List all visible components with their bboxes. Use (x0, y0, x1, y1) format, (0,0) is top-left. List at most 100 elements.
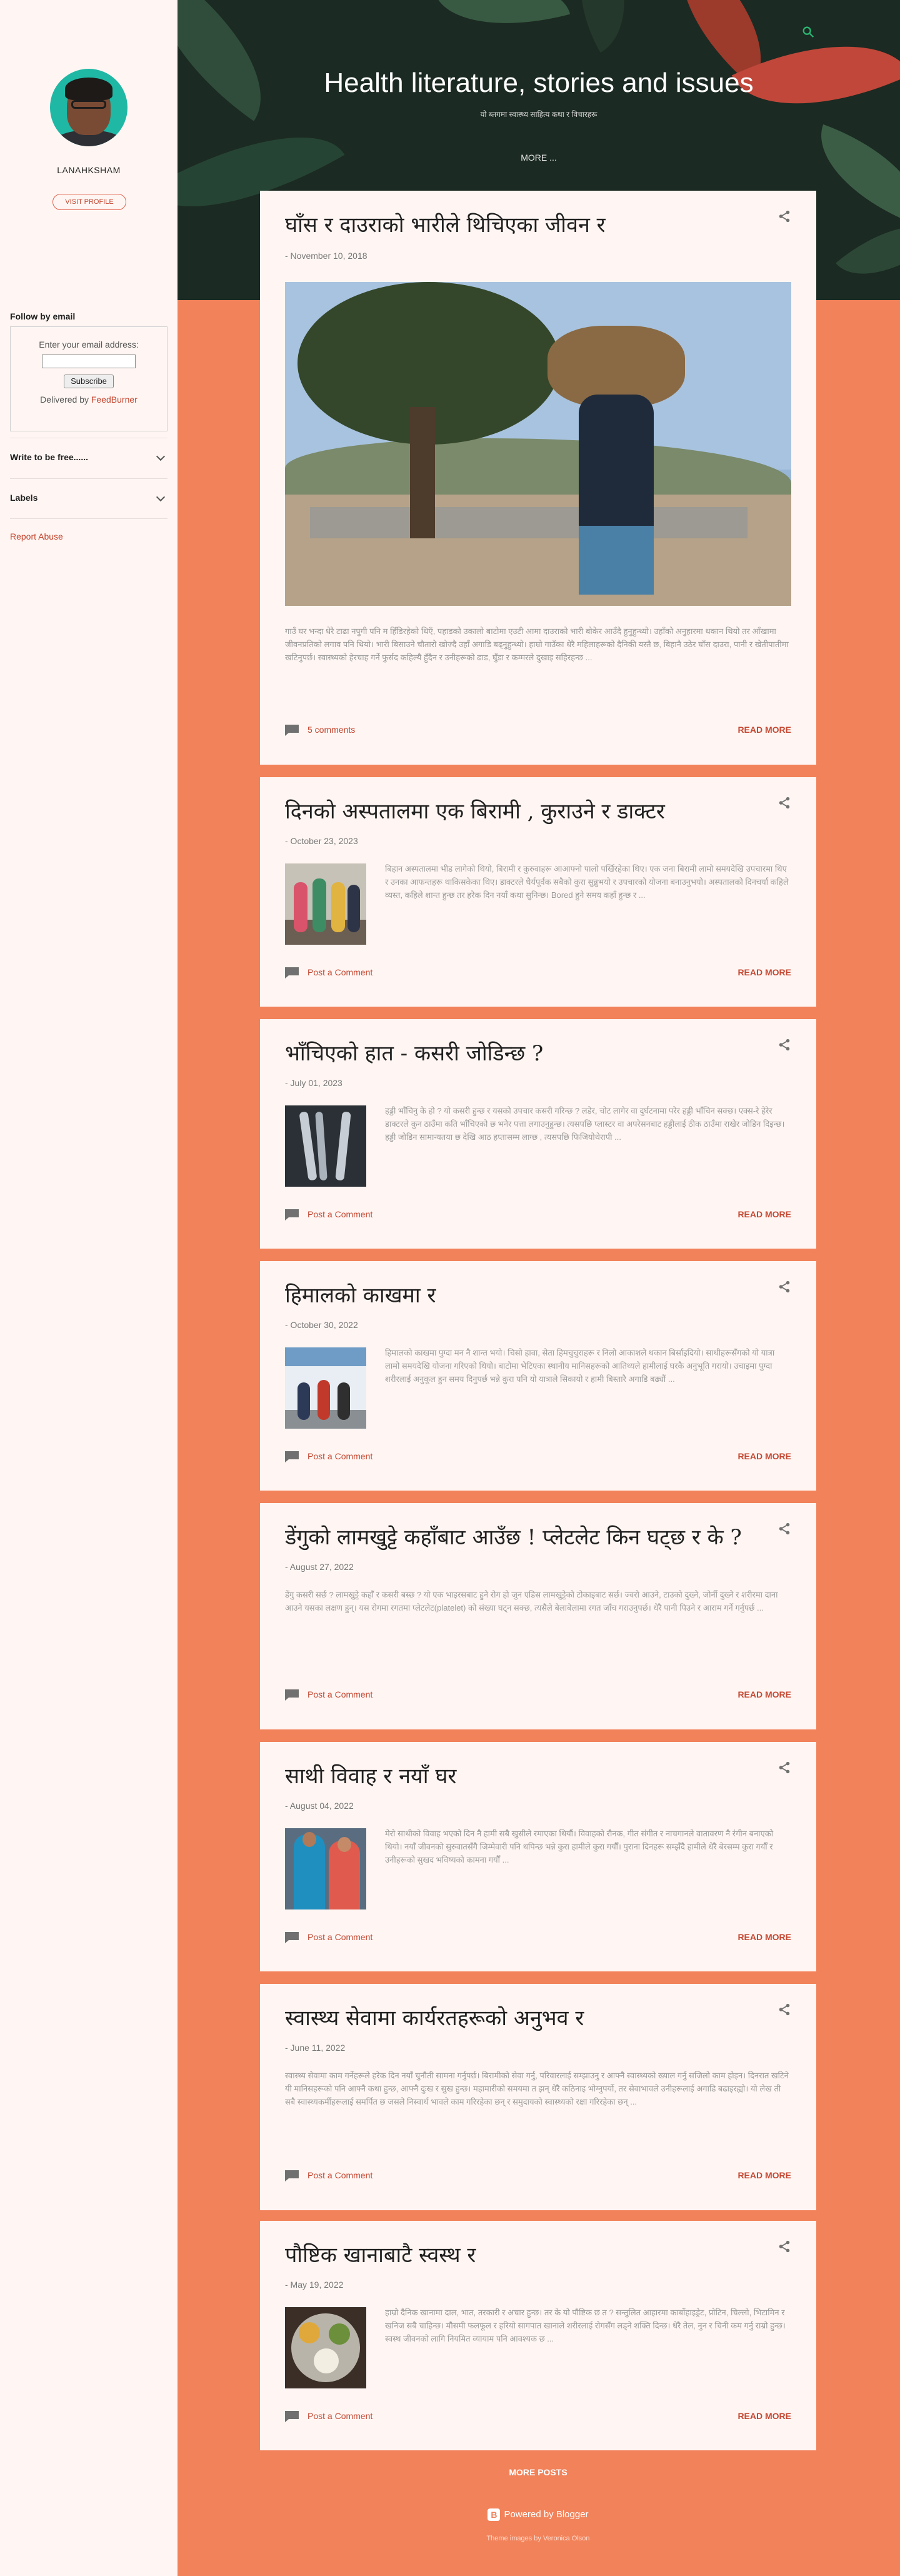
comment-icon[interactable] (285, 967, 299, 979)
chevron-down-icon[interactable] (156, 492, 166, 502)
post-title[interactable]: पौष्टिक खानाबाटै स्वस्थ र (285, 2240, 760, 2268)
post-footer: 5 comments READ MORE (285, 723, 791, 738)
read-more-link[interactable]: READ MORE (738, 1689, 791, 1699)
feedburner-link[interactable]: FeedBurner (91, 395, 138, 405)
post-thumbnail[interactable] (285, 1828, 366, 1909)
post-title[interactable]: भाँचिएको हात - कसरी जोडिन्छ ? (285, 1038, 760, 1067)
post-card: दिनको अस्पतालमा एक बिरामी , कुराउने र डा… (260, 777, 816, 1007)
post-title[interactable]: घाँस र दाउराको भारीले थिचिएका जीवन र (285, 209, 760, 238)
section-label: Labels (10, 493, 38, 503)
read-more-link[interactable]: READ MORE (738, 1451, 791, 1461)
thumb-face (302, 1832, 316, 1847)
post-date[interactable]: - November 10, 2018 (285, 251, 368, 261)
write-to-be-free-section[interactable]: Write to be free...... (10, 438, 168, 478)
profile-avatar[interactable] (50, 69, 128, 146)
post-title[interactable]: हिमालको काखमा र (285, 1280, 760, 1309)
post-title[interactable]: स्वास्थ्य सेवामा कार्यरतहरूको अनुभव र (285, 2003, 760, 2031)
read-more-link[interactable]: READ MORE (738, 2411, 791, 2421)
section-label: Write to be free...... (10, 452, 88, 462)
post-comment-link[interactable]: Post a Comment (308, 1209, 372, 1219)
visit-profile-button[interactable]: VISIT PROFILE (52, 194, 126, 210)
post-thumbnail[interactable] (285, 1105, 366, 1187)
post-date[interactable]: - May 19, 2022 (285, 2280, 343, 2290)
read-more-link[interactable]: READ MORE (738, 1932, 791, 1942)
post-card: स्वास्थ्य सेवामा कार्यरतहरूको अनुभव र - … (260, 1984, 816, 2210)
delivered-by: Delivered by FeedBurner (11, 395, 167, 405)
post-snippet: मेरो साथीको विवाह भएको दिन नै हामी सबै ख… (385, 1829, 774, 1864)
email-label: Enter your email address: (39, 340, 139, 350)
read-more-link[interactable]: READ MORE (738, 725, 791, 735)
post-comment-link[interactable]: Post a Comment (308, 2170, 372, 2180)
post-card: हिमालको काखमा र - October 30, 2022 हिमाल… (260, 1261, 816, 1491)
post-footer: Post a Comment READ MORE (285, 2169, 791, 2184)
more-link[interactable]: MORE ... (178, 153, 900, 163)
comment-icon[interactable] (285, 1209, 299, 1220)
comments-link[interactable]: 5 comments (308, 725, 355, 735)
more-posts-button[interactable]: MORE POSTS (260, 2467, 816, 2477)
comment-icon[interactable] (285, 725, 299, 736)
post-thumbnail[interactable] (285, 2307, 366, 2388)
post-thumbnail[interactable] (285, 863, 366, 945)
post-card: डेंगुको लामखुट्टे कहाँबाट आउँछ ! प्लेटले… (260, 1503, 816, 1729)
header-leaf (801, 124, 900, 226)
post-snippet: डेंगु कसरी सर्छ ? लामखुट्टे कहाँ र कसरी … (285, 1590, 778, 1613)
post-date[interactable]: - October 23, 2023 (285, 836, 358, 846)
search-icon[interactable] (801, 25, 815, 39)
post-comment-link[interactable]: Post a Comment (308, 1689, 372, 1699)
post-snippet: गाउँ घर भन्दा धेरै टाढा नपुगी पनि म हिँड… (285, 626, 789, 662)
follow-by-email-box: Enter your email address: Subscribe Deli… (10, 326, 168, 431)
post-image[interactable] (285, 282, 791, 606)
labels-section[interactable]: Labels (10, 478, 168, 518)
post-comment-link[interactable]: Post a Comment (308, 967, 372, 977)
post-date[interactable]: - June 11, 2022 (285, 2043, 345, 2053)
post-date[interactable]: - October 30, 2022 (285, 1320, 358, 1330)
post-footer: Post a Comment READ MORE (285, 966, 791, 981)
subscribe-button[interactable]: Subscribe (64, 375, 114, 388)
post-date[interactable]: - August 27, 2022 (285, 1562, 354, 1572)
share-icon[interactable] (778, 1761, 791, 1774)
read-more-link[interactable]: READ MORE (738, 967, 791, 977)
share-icon[interactable] (778, 1280, 791, 1294)
share-icon[interactable] (778, 1038, 791, 1052)
avatar-hair (65, 78, 112, 100)
powered-by-blogger[interactable]: B Powered by Blogger (260, 2508, 816, 2521)
blog-title[interactable]: Health literature, stories and issues (178, 68, 900, 99)
header-leaf (836, 198, 900, 300)
thumb-figure (312, 878, 326, 932)
post-card: भाँचिएको हात - कसरी जोडिन्छ ? - July 01,… (260, 1019, 816, 1249)
read-more-link[interactable]: READ MORE (738, 1209, 791, 1219)
post-title[interactable]: डेंगुको लामखुट्टे कहाँबाट आउँछ ! प्लेटले… (285, 1522, 760, 1551)
post-footer: Post a Comment READ MORE (285, 1208, 791, 1223)
post-title[interactable]: साथी विवाह र नयाँ घर (285, 1761, 760, 1789)
share-icon[interactable] (778, 2003, 791, 2016)
read-more-link[interactable]: READ MORE (738, 2170, 791, 2180)
post-card: घाँस र दाउराको भारीले थिचिएका जीवन र - N… (260, 191, 816, 765)
post-thumbnail[interactable] (285, 1347, 366, 1429)
post-date[interactable]: - July 01, 2023 (285, 1078, 342, 1088)
post-title[interactable]: दिनको अस्पतालमा एक बिरामी , कुराउने र डा… (285, 796, 760, 825)
post-snippet: हड्डी भाँचिनु के हो ? यो कसरी हुन्छ र यस… (385, 1106, 785, 1142)
profile-name[interactable]: LANAHKSHAM (0, 165, 178, 175)
thumb-figure (294, 882, 308, 932)
post-comment-link[interactable]: Post a Comment (308, 1451, 372, 1461)
share-icon[interactable] (778, 1522, 791, 1536)
thumb-figure (331, 882, 345, 932)
post-comment-link[interactable]: Post a Comment (308, 1932, 372, 1942)
email-field[interactable] (42, 355, 136, 368)
comment-icon[interactable] (285, 1932, 299, 1943)
thumb-figure (348, 885, 360, 932)
comment-icon[interactable] (285, 2411, 299, 2422)
follow-by-email-title: Follow by email (10, 311, 76, 321)
share-icon[interactable] (778, 796, 791, 810)
thumb-bowl (299, 2322, 320, 2343)
chevron-down-icon[interactable] (156, 451, 166, 461)
share-icon[interactable] (778, 209, 791, 223)
comment-icon[interactable] (285, 1689, 299, 1701)
comment-icon[interactable] (285, 2170, 299, 2181)
report-abuse-link[interactable]: Report Abuse (10, 531, 63, 541)
comment-icon[interactable] (285, 1451, 299, 1462)
post-card: पौष्टिक खानाबाटै स्वस्थ र - May 19, 2022… (260, 2221, 816, 2450)
share-icon[interactable] (778, 2240, 791, 2253)
post-comment-link[interactable]: Post a Comment (308, 2411, 372, 2421)
post-date[interactable]: - August 04, 2022 (285, 1801, 354, 1811)
